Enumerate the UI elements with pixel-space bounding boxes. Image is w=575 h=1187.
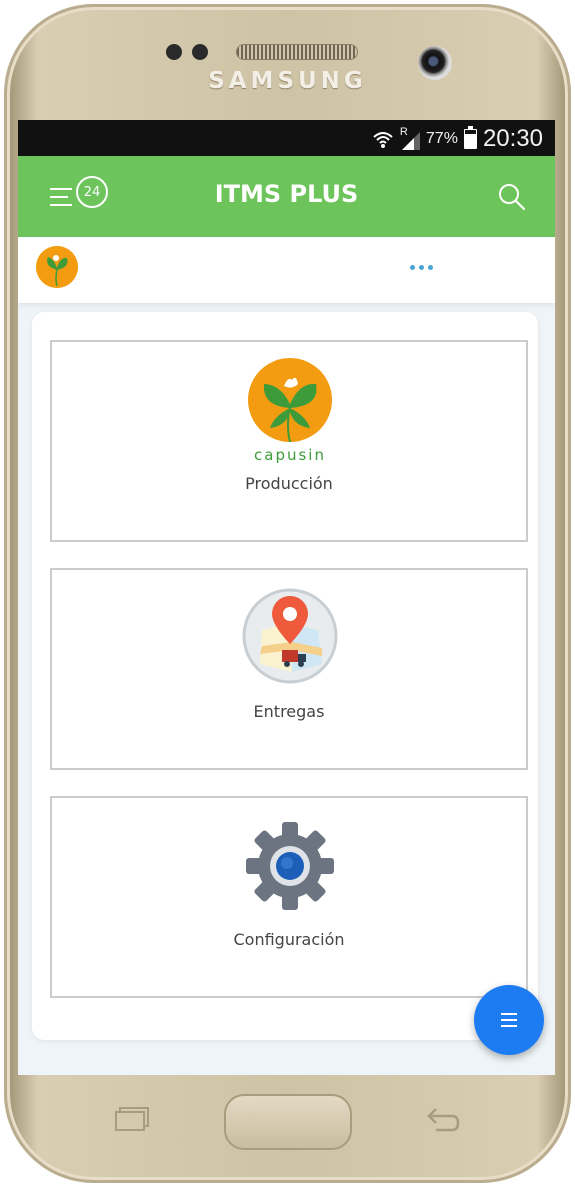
- entregas-tile[interactable]: Entregas: [50, 568, 528, 770]
- battery-percent: 77%: [425, 130, 458, 147]
- configuracion-tile[interactable]: Configuración: [50, 796, 528, 998]
- gear-icon: [246, 822, 334, 910]
- search-button[interactable]: [497, 182, 527, 212]
- sensor-dot: [166, 44, 182, 60]
- sensor-dot: [192, 44, 208, 60]
- clock: 20:30: [482, 125, 543, 152]
- capusin-logo-icon: capusin: [248, 358, 332, 464]
- produccion-tile[interactable]: capusin Producción: [50, 340, 528, 542]
- battery-icon: [463, 126, 477, 149]
- phone-screen: R 77% 20:30 24 ITMS PLUS capusin Producc…: [18, 120, 555, 1075]
- tile-label: Entregas: [253, 702, 325, 721]
- search-icon: [499, 184, 526, 211]
- capusin-logo-text: capusin: [254, 446, 326, 464]
- roaming-indicator: R: [400, 126, 420, 150]
- menu-lines-icon: [501, 1013, 517, 1027]
- map-pin-truck-icon: [242, 588, 338, 684]
- status-bar: R 77% 20:30: [18, 120, 555, 156]
- wifi-icon: [373, 132, 393, 148]
- tile-label: Configuración: [233, 930, 345, 949]
- company-avatar[interactable]: [36, 246, 78, 288]
- tile-label: Producción: [245, 474, 333, 493]
- capusin-logo-icon: [36, 246, 78, 288]
- module-panel: capusin Producción Entregas Configuració…: [32, 312, 538, 1040]
- floating-menu-button[interactable]: [474, 985, 544, 1055]
- more-options-button[interactable]: [404, 259, 439, 276]
- device-brand: SAMSUNG: [208, 68, 367, 94]
- home-button[interactable]: [224, 1094, 352, 1150]
- earpiece-speaker: [236, 44, 358, 60]
- recent-apps-icon[interactable]: [112, 1106, 150, 1132]
- back-icon[interactable]: [424, 1106, 462, 1132]
- signal-icon: [401, 132, 420, 150]
- company-bar: [18, 237, 555, 303]
- app-bar: 24 ITMS PLUS: [18, 156, 555, 237]
- more-horizontal-icon: [410, 265, 433, 270]
- hardware-nav-bar: [0, 1080, 575, 1160]
- app-title: ITMS PLUS: [214, 180, 359, 208]
